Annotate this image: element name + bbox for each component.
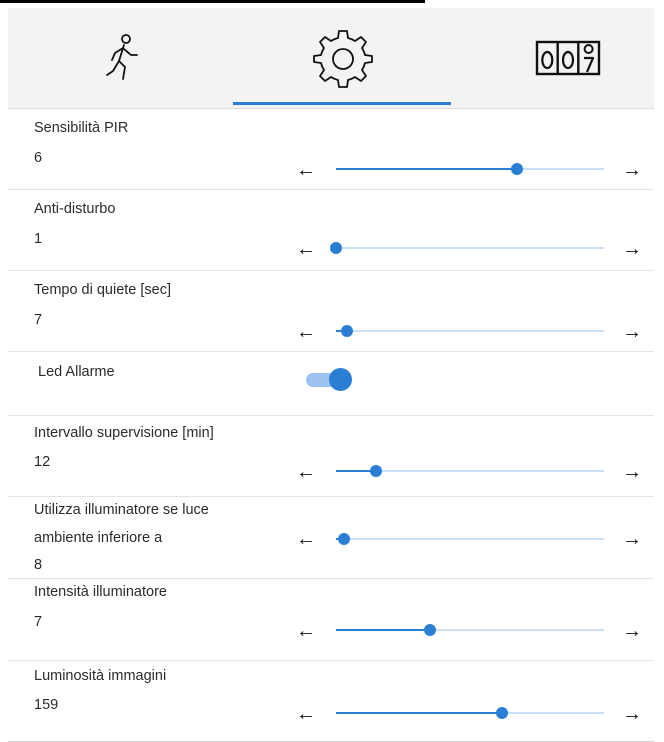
slider-thumb[interactable]	[330, 242, 342, 254]
increase-arrow-icon[interactable]: →	[622, 704, 642, 724]
setting-illuminator-threshold: Utilizza illuminatore se luce ambiente i…	[8, 497, 654, 579]
illuminator-threshold-slider[interactable]	[336, 531, 604, 547]
decrease-arrow-icon[interactable]: ←	[296, 160, 316, 180]
slider-thumb[interactable]	[510, 163, 523, 175]
increase-arrow-icon[interactable]: →	[622, 239, 642, 259]
setting-led-alarm: Led Allarme	[8, 352, 654, 416]
decrease-arrow-icon[interactable]: ←	[296, 462, 316, 482]
counter-icon	[535, 40, 601, 76]
slider-thumb[interactable]	[338, 533, 351, 545]
decrease-arrow-icon[interactable]: ←	[296, 239, 316, 259]
setting-label-continued: ambiente inferiore a	[34, 530, 163, 546]
pir-sensitivity-slider[interactable]	[336, 161, 604, 177]
tab-counter[interactable]	[513, 8, 623, 108]
slider-thumb[interactable]	[496, 707, 509, 719]
slider-fill	[336, 168, 517, 170]
setting-label: Intensità illuminatore	[34, 584, 167, 600]
tab-motion[interactable]	[68, 8, 178, 108]
decrease-arrow-icon[interactable]: ←	[296, 621, 316, 641]
settings-list: Sensibilità PIR 6 ← → Anti-disturbo 1 ← …	[8, 109, 654, 742]
setting-label: Led Allarme	[38, 364, 115, 380]
setting-supervision-interval: Intervallo supervisione [min] 12 ← →	[8, 416, 654, 497]
setting-label: Tempo di quiete [sec]	[34, 282, 172, 298]
decrease-arrow-icon[interactable]: ←	[296, 322, 316, 342]
setting-value: 8	[34, 557, 43, 573]
setting-value: 12	[34, 454, 51, 470]
increase-arrow-icon[interactable]: →	[622, 621, 642, 641]
slider-thumb[interactable]	[423, 624, 436, 636]
increase-arrow-icon[interactable]: →	[622, 322, 642, 342]
slider-track	[336, 247, 604, 249]
illuminator-intensity-slider[interactable]	[336, 622, 604, 638]
setting-image-brightness: Luminosità immagini 159 ← →	[8, 661, 654, 742]
decrease-arrow-icon[interactable]: ←	[296, 704, 316, 724]
setting-value: 7	[34, 312, 43, 328]
setting-label: Anti-disturbo	[34, 201, 116, 217]
slider-track	[336, 330, 604, 332]
active-tab-indicator	[233, 102, 451, 105]
setting-label: Intervallo supervisione [min]	[34, 425, 214, 441]
setting-quiet-time: Tempo di quiete [sec] 7 ← →	[8, 271, 654, 352]
slider-track	[336, 538, 604, 540]
setting-anti-disturb: Anti-disturbo 1 ← →	[8, 190, 654, 271]
increase-arrow-icon[interactable]: →	[622, 160, 642, 180]
slider-fill	[336, 712, 503, 714]
quiet-time-slider[interactable]	[336, 323, 604, 339]
tab-settings[interactable]	[288, 8, 398, 108]
setting-pir-sensitivity: Sensibilità PIR 6 ← →	[8, 109, 654, 190]
led-alarm-toggle[interactable]	[304, 367, 352, 391]
supervision-interval-slider[interactable]	[336, 463, 604, 479]
gear-icon	[313, 30, 373, 88]
anti-disturb-slider[interactable]	[330, 240, 604, 256]
setting-illuminator-intensity: Intensità illuminatore 7 ← →	[8, 579, 654, 661]
setting-value: 7	[34, 614, 43, 630]
setting-label: Sensibilità PIR	[34, 120, 129, 136]
toggle-knob	[329, 368, 352, 391]
tab-bar	[8, 8, 654, 109]
slider-thumb[interactable]	[340, 325, 353, 337]
slider-thumb[interactable]	[370, 465, 383, 477]
increase-arrow-icon[interactable]: →	[622, 462, 642, 482]
setting-value: 1	[34, 231, 43, 247]
decrease-arrow-icon[interactable]: ←	[296, 529, 316, 549]
top-border	[0, 0, 425, 3]
slider-fill	[336, 629, 430, 631]
increase-arrow-icon[interactable]: →	[622, 529, 642, 549]
walking-person-icon	[106, 34, 138, 80]
setting-value: 159	[34, 697, 59, 713]
setting-label: Utilizza illuminatore se luce	[34, 502, 209, 518]
setting-label: Luminosità immagini	[34, 668, 167, 684]
setting-value: 6	[34, 150, 43, 166]
image-brightness-slider[interactable]	[336, 705, 604, 721]
